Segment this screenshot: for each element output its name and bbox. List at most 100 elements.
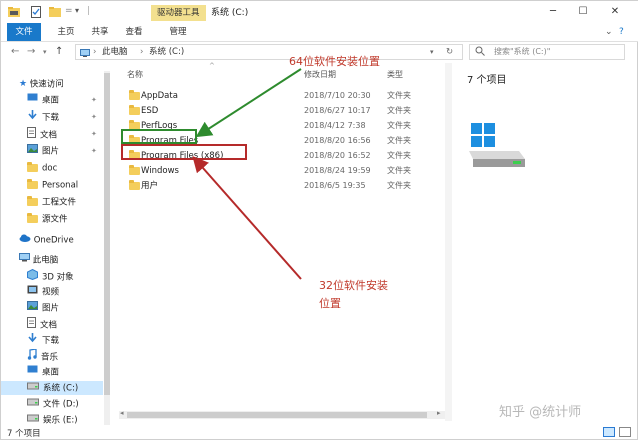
sidebar-item-label: 图片 — [42, 303, 60, 314]
minimize-button[interactable]: ─ — [543, 4, 563, 20]
pin-icon[interactable]: ✦ — [91, 110, 97, 124]
file-list-hscrollbar-thumb[interactable] — [127, 412, 427, 418]
file-type: 文件夹 — [387, 166, 411, 175]
address-bar[interactable]: › 此电脑 › 系统 (C:) ▾ ↻ — [75, 44, 463, 60]
ribbon-expand-icon[interactable]: ⌄ — [605, 23, 613, 41]
sidebar-item-quick-2[interactable]: 文档 ✦ — [1, 127, 103, 141]
sidebar-item-label: Personal — [42, 180, 79, 191]
drive-tools-tab[interactable]: 驱动器工具 — [151, 5, 206, 21]
folder-icon — [27, 195, 38, 209]
title-bar: = ▾ | 驱动器工具 系统 (C:) ─ ☐ ✕ — [1, 1, 638, 23]
music-icon — [27, 348, 37, 365]
sidebar-item-pc-8[interactable]: 文件 (D:) — [1, 397, 103, 411]
file-date: 2018/4/12 7:38 — [304, 121, 366, 130]
sidebar-item-pc-0[interactable]: 3D 对象 — [1, 268, 103, 285]
sidebar-item-quick-5[interactable]: Personal — [1, 178, 103, 192]
sidebar-scrollbar-thumb[interactable] — [104, 73, 110, 395]
sidebar-item-label: 文档 — [40, 320, 58, 331]
close-button[interactable]: ✕ — [605, 4, 625, 20]
pc-small-icon — [80, 48, 90, 62]
sidebar-item-label: 源文件 — [42, 214, 68, 225]
qat-dropdown-icon[interactable]: ▾ — [75, 6, 79, 17]
preview-item-count: 7 个项目 — [467, 75, 507, 86]
refresh-icon[interactable]: ↻ — [446, 45, 453, 59]
sidebar-item-pc-9[interactable]: 娱乐 (E:) — [1, 413, 103, 427]
sidebar-item-this-pc[interactable]: 此电脑 — [19, 253, 58, 267]
tab-manage[interactable]: 管理 — [163, 23, 193, 41]
tab-home[interactable]: 主页 — [53, 23, 79, 41]
sidebar-item-quick-6[interactable]: 工程文件 — [1, 195, 103, 209]
scroll-right-icon[interactable]: ▸ — [437, 409, 441, 417]
sidebar-item-label: 快速访问 — [29, 79, 64, 90]
sidebar-item-quick-4[interactable]: doc — [1, 161, 103, 175]
column-header-type[interactable]: 类型 — [387, 69, 403, 80]
search-input[interactable]: 搜索"系统 (C:)" — [469, 44, 625, 60]
picture-icon — [27, 144, 38, 158]
forward-icon[interactable]: → — [27, 42, 35, 62]
scroll-left-icon[interactable]: ◂ — [120, 409, 124, 417]
explorer-window: = ▾ | 驱动器工具 系统 (C:) ─ ☐ ✕ 文件 主页 共享 查看 管理… — [0, 0, 638, 440]
pin-icon[interactable]: ✦ — [91, 93, 97, 107]
cube-icon — [27, 268, 38, 285]
sidebar-item-pc-6[interactable]: 桌面 — [1, 365, 103, 379]
file-type: 文件夹 — [387, 91, 411, 100]
sidebar-item-pc-7[interactable]: 系统 (C:) — [1, 381, 103, 395]
sidebar-item-quick-0[interactable]: 桌面 ✦ — [1, 93, 103, 107]
sidebar-item-pc-3[interactable]: 文档 — [1, 317, 103, 331]
address-dropdown-icon[interactable]: ▾ — [430, 45, 434, 59]
file-name: AppData — [141, 91, 178, 101]
large-icons-view-icon[interactable] — [619, 427, 631, 437]
recent-dropdown-icon[interactable]: ▾ — [43, 42, 47, 62]
file-row[interactable]: Windows 2018/8/24 19:59 文件夹 — [119, 164, 449, 178]
tab-file[interactable]: 文件 — [7, 23, 41, 41]
properties-icon[interactable] — [31, 6, 41, 18]
column-header-date[interactable]: 修改日期 — [304, 69, 336, 80]
sidebar-item-label: 图片 — [42, 146, 60, 157]
folder-icon — [129, 165, 140, 175]
file-list-scrollbar[interactable] — [445, 63, 452, 421]
sidebar-item-pc-2[interactable]: 图片 — [1, 301, 103, 315]
desktop-icon — [27, 365, 38, 379]
new-folder-icon[interactable] — [49, 6, 61, 17]
watermark-text: 知乎 @统计师 — [499, 405, 582, 420]
window-title: 系统 (C:) — [211, 8, 249, 18]
breadcrumb-drive-c[interactable]: 系统 (C:) — [149, 45, 184, 59]
program-files-highlight-box — [121, 129, 197, 144]
file-row[interactable]: 用户 2018/6/5 19:35 文件夹 — [119, 179, 449, 193]
sidebar-item-label: OneDrive — [33, 235, 74, 246]
sidebar-item-quick-3[interactable]: 图片 ✦ — [1, 144, 103, 158]
file-type: 文件夹 — [387, 136, 411, 145]
sidebar-item-quick-1[interactable]: 下载 ✦ — [1, 110, 103, 124]
file-date: 2018/8/20 16:52 — [304, 151, 371, 160]
maximize-button[interactable]: ☐ — [573, 4, 593, 20]
pin-icon[interactable]: ✦ — [91, 127, 97, 141]
breadcrumb-sep-icon: › — [140, 47, 144, 57]
drive-icon — [27, 413, 39, 427]
help-icon[interactable]: ? — [619, 23, 624, 41]
details-view-icon[interactable] — [603, 427, 615, 437]
explorer-app-icon — [7, 6, 21, 17]
tab-share[interactable]: 共享 — [87, 23, 113, 41]
breadcrumb-this-pc[interactable]: 此电脑 — [102, 45, 128, 59]
file-row[interactable]: AppData 2018/7/10 20:30 文件夹 — [119, 89, 449, 103]
file-date: 2018/7/10 20:30 — [304, 91, 371, 100]
column-header-name[interactable]: 名称 — [127, 69, 143, 80]
up-icon[interactable]: ↑ — [55, 42, 63, 62]
tab-view[interactable]: 查看 — [121, 23, 147, 41]
folder-icon — [27, 161, 38, 175]
sidebar-item-quick-7[interactable]: 源文件 — [1, 212, 103, 226]
desktop-icon — [27, 93, 38, 107]
file-date: 2018/8/20 16:56 — [304, 136, 371, 145]
status-item-count: 7 个项目 — [7, 429, 41, 439]
sidebar-item-quick-access[interactable]: ★ 快速访问 — [19, 77, 64, 91]
back-icon[interactable]: ← — [11, 42, 19, 62]
pin-icon[interactable]: ✦ — [91, 144, 97, 158]
sidebar-item-onedrive[interactable]: OneDrive — [19, 233, 74, 247]
folder-icon — [129, 180, 140, 190]
picture-icon — [27, 301, 38, 315]
file-row[interactable]: ESD 2018/6/27 10:17 文件夹 — [119, 104, 449, 118]
sidebar-item-pc-1[interactable]: 视频 — [1, 285, 103, 299]
sidebar-item-pc-5[interactable]: 音乐 — [1, 348, 103, 365]
sidebar-item-pc-4[interactable]: 下载 — [1, 333, 103, 347]
sidebar-item-label: 视频 — [42, 287, 60, 298]
